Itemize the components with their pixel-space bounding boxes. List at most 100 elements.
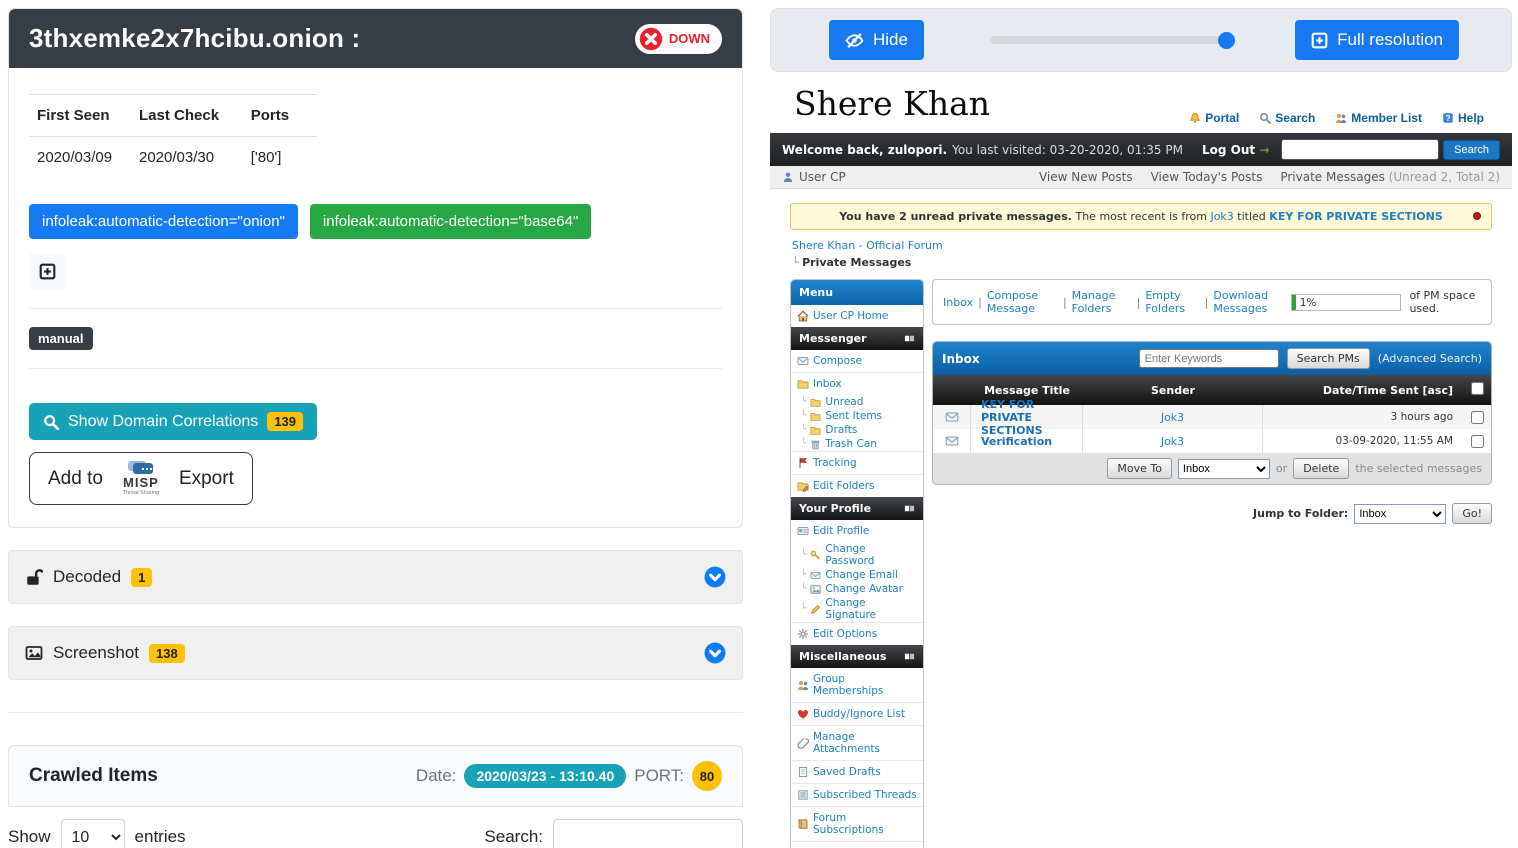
hide-button[interactable]: Hide [829,20,924,60]
notice-subject-link[interactable]: KEY FOR PRIVATE SECTIONS [1269,210,1442,223]
port-badge[interactable]: 80 [692,761,722,791]
menu-item-trash-can[interactable]: └Trash Can [791,437,923,451]
breadcrumb-root-link[interactable]: Shere Khan - Official Forum [792,239,943,252]
menu-item-saved-drafts[interactable]: Saved Drafts [791,760,923,783]
add-tag-button[interactable] [29,253,66,290]
menu-item-subscribed-threads[interactable]: Subscribed Threads [791,783,923,806]
gear-icon [797,628,809,640]
ports-value: ['80'] [251,149,309,166]
forum-search-input[interactable] [1281,139,1439,160]
help-link[interactable]: Help [1442,111,1484,125]
private-messages-link[interactable]: Private Messages (Unread 2, Total 2) [1280,170,1500,184]
menu-item-drafts[interactable]: └Drafts [791,423,923,437]
menu-item-change-signature[interactable]: └Change Signature [791,596,923,622]
slider-track[interactable] [990,36,1235,44]
forum-welcome-bar: Welcome back, zulopori. You last visited… [770,133,1512,166]
crawl-date-badge[interactable]: 2020/03/23 - 13:10.40 [464,764,626,788]
table-search-input[interactable] [553,819,743,848]
chevron-down-icon[interactable] [704,642,726,664]
pm-manage-folders-link[interactable]: Manage Folders [1072,289,1132,315]
show-domain-correlations-button[interactable]: Show Domain Correlations 139 [29,403,317,440]
zoom-slider[interactable] [990,32,1235,48]
pm-title-link[interactable]: KEY FOR PRIVATE SECTIONS [971,405,1083,429]
list-icon [797,789,809,801]
pm-select-checkbox[interactable] [1471,435,1484,448]
collapse-toggle-icon[interactable] [904,503,915,514]
page-size-select[interactable]: 10 [61,819,125,848]
menu-item-compose[interactable]: Compose [791,350,923,372]
menu-item-forum-subscriptions[interactable]: Forum Subscriptions [791,806,923,841]
portal-link[interactable]: Portal [1189,111,1239,125]
menu-item-sent-items[interactable]: └Sent Items [791,409,923,423]
pm-inbox-link[interactable]: Inbox [943,296,973,309]
full-resolution-button[interactable]: Full resolution [1295,20,1459,60]
folder-icon [810,425,821,436]
pm-sender-link[interactable]: Jok3 [1083,405,1263,429]
pm-sender-link[interactable]: Jok3 [1083,429,1263,453]
pm-compose-link[interactable]: Compose Message [987,289,1058,315]
pm-empty-folders-link[interactable]: Empty Folders [1145,289,1199,315]
collapse-toggle-icon[interactable] [904,651,915,662]
view-new-posts-link[interactable]: View New Posts [1039,170,1133,184]
menu-item-view-profile[interactable]: View Profile [791,841,923,848]
tag-infoleak-onion[interactable]: infoleak:automatic-detection="onion" [29,204,298,239]
envelope-icon [945,410,959,424]
col-message-title[interactable]: Message Title [971,384,1083,397]
member-list-link[interactable]: Member List [1335,111,1422,125]
misp-export-button[interactable]: Add to MISP Threat Sharing Export [29,452,253,505]
folder-icon [810,397,821,408]
menu-item-edit-options[interactable]: Edit Options [791,622,923,645]
forum-search-button[interactable]: Search [1443,140,1500,160]
folder-icon [810,411,821,422]
pm-keywords-input[interactable] [1139,349,1279,368]
advanced-search-link[interactable]: (Advanced Search) [1378,352,1482,365]
jump-folder-select[interactable]: Inbox [1354,504,1446,524]
go-button[interactable]: Go! [1452,503,1492,524]
menu-item-buddy-ignore-list[interactable]: Buddy/Ignore List [791,702,923,725]
correlations-count-badge: 139 [267,412,303,431]
move-to-button[interactable]: Move To [1107,458,1172,479]
menu-item-change-password[interactable]: └Change Password [791,542,923,568]
notice-sender-link[interactable]: Jok3 [1210,210,1233,223]
pm-title-link[interactable]: Verification [971,429,1083,453]
menu-item-group-memberships[interactable]: Group Memberships [791,668,923,702]
select-all-checkbox[interactable] [1471,382,1484,395]
collapse-toggle-icon[interactable] [904,333,915,344]
decoded-section[interactable]: Decoded 1 [8,550,743,604]
manual-tag-badge[interactable]: manual [29,327,93,350]
pm-date: 03-09-2020, 11:55 AM [1263,429,1463,453]
menu-section-miscellaneous[interactable]: Miscellaneous [791,645,923,668]
user-cp-link[interactable]: User CP [782,170,846,184]
menu-item-change-email[interactable]: └Change Email [791,568,923,582]
unread-pm-notice: You have 2 unread private messages. The … [790,203,1492,230]
menu-item-user-cp-home[interactable]: User CP Home [791,305,923,327]
search-pms-button[interactable]: Search PMs [1287,348,1370,369]
menu-item-unread[interactable]: └Unread [791,395,923,409]
menu-section-your-profile[interactable]: Your Profile [791,497,923,520]
menu-item-edit-folders[interactable]: Edit Folders [791,474,923,497]
port-label: PORT: [634,766,684,786]
help-icon [1442,112,1454,124]
menu-item-tracking[interactable]: Tracking [791,451,923,474]
menu-item-edit-profile[interactable]: Edit Profile [791,520,923,542]
search-link[interactable]: Search [1259,111,1315,125]
slider-thumb[interactable] [1218,32,1235,49]
menu-item-manage-attachments[interactable]: Manage Attachments [791,725,923,760]
chevron-down-icon[interactable] [704,566,726,588]
logout-link[interactable]: Log Out → [1202,143,1269,157]
col-sender[interactable]: Sender [1083,384,1263,397]
menu-section-messenger[interactable]: Messenger [791,327,923,350]
menu-item-change-avatar[interactable]: └Change Avatar [791,582,923,596]
tag-infoleak-base64[interactable]: infoleak:automatic-detection="base64" [310,204,591,239]
menu-item-inbox[interactable]: Inbox [791,372,923,395]
col-date-time-sent[interactable]: Date/Time Sent [asc] [1263,384,1463,397]
view-todays-posts-link[interactable]: View Today's Posts [1151,170,1263,184]
screenshot-section[interactable]: Screenshot 138 [8,626,743,680]
decoded-label: Decoded [53,567,121,587]
pm-select-checkbox[interactable] [1471,411,1484,424]
delete-button[interactable]: Delete [1293,458,1349,479]
notice-indicator-icon[interactable] [1473,212,1481,220]
move-folder-select[interactable]: Inbox [1178,459,1270,479]
info-table-header-row: First Seen Last Check Ports [29,95,317,136]
pm-download-messages-link[interactable]: Download Messages [1213,289,1290,315]
